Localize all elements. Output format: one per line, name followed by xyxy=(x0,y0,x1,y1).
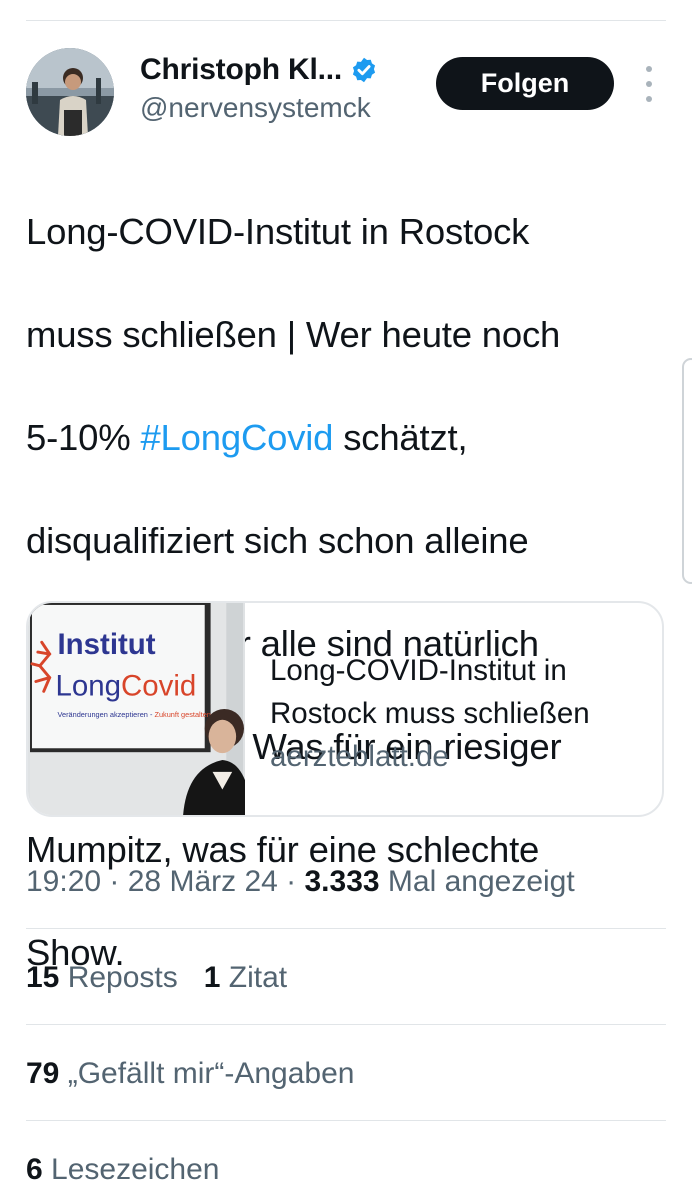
bookmarks-label: Lesezeichen xyxy=(42,1153,220,1186)
more-dot xyxy=(646,81,652,87)
quotes-count: 1 xyxy=(203,961,221,994)
author-display-name[interactable]: Christoph Kl... xyxy=(140,52,342,88)
meta-separator: · xyxy=(101,865,128,898)
author-name-row[interactable]: Christoph Kl... xyxy=(140,52,378,88)
avatar-photo xyxy=(26,48,114,136)
link-preview-domain[interactable]: aerzteblatt.de xyxy=(270,737,449,777)
tweet-date[interactable]: 28 März 24 xyxy=(128,865,278,898)
reposts-quotes-row: 15 Reposts 1 Zitat xyxy=(26,958,287,998)
sign-text-accent: Covid xyxy=(121,669,196,702)
divider xyxy=(26,1024,666,1025)
sign-text: LongCovid xyxy=(56,669,197,702)
top-divider xyxy=(26,20,666,21)
quotes-label: Zitat xyxy=(220,961,288,994)
tweet-meta: 19:20 · 28 März 24 · 3.333 Mal angezeigt xyxy=(26,862,575,902)
author-handle[interactable]: @nervensystemck xyxy=(140,91,371,125)
bookmarks-count: 6 xyxy=(26,1153,43,1186)
tweet-line: muss schließen | Wer heute noch xyxy=(26,313,561,355)
likes-count: 79 xyxy=(26,1057,60,1090)
sign-text-part: Long xyxy=(56,669,122,702)
tweet-line-with-hashtag: 5-10% #LongCovid schätzt, xyxy=(26,412,666,464)
tweet-line: Long-COVID-Institut in Rostock xyxy=(26,210,530,252)
meta-separator: · xyxy=(277,865,305,898)
views-label: Mal angezeigt xyxy=(379,865,575,898)
institute-sign-photo: Institut LongCovid Veränderungen akzepti… xyxy=(30,603,245,815)
sign-text: Institut xyxy=(57,628,155,661)
tweet-time[interactable]: 19:20 xyxy=(26,865,101,898)
more-vertical-icon[interactable] xyxy=(640,66,658,102)
avatar[interactable] xyxy=(26,48,114,136)
follow-button[interactable]: Folgen xyxy=(436,57,614,110)
link-preview-card[interactable]: Institut LongCovid Veränderungen akzepti… xyxy=(26,601,664,817)
likes-link[interactable]: 79 „Gefällt mir“-Angaben xyxy=(26,1054,354,1094)
bookmarks-link[interactable]: 6 Lesezeichen xyxy=(26,1150,219,1190)
sign-tagline: Veränderungen akzeptieren - Zukunft gest… xyxy=(57,710,210,719)
link-preview-title[interactable]: Long-COVID-Institut in Rostock muss schl… xyxy=(270,649,650,735)
sign-tagline-accent: Zukunft gestalten xyxy=(154,710,210,719)
scrollbar[interactable] xyxy=(682,358,692,584)
reposts-label: Reposts xyxy=(59,961,178,994)
likes-label: „Gefällt mir“-Angaben xyxy=(59,1057,355,1090)
reposts-count: 15 xyxy=(26,961,60,994)
link-preview-image: Institut LongCovid Veränderungen akzepti… xyxy=(28,603,245,815)
more-dot xyxy=(646,66,652,72)
quotes-link[interactable]: 1 Zitat xyxy=(204,961,287,994)
reposts-link[interactable]: 15 Reposts xyxy=(26,961,178,994)
views-count: 3.333 xyxy=(304,865,380,898)
divider xyxy=(26,928,666,929)
more-dot xyxy=(646,96,652,102)
tweet-line-prefix: 5-10% xyxy=(26,416,141,458)
sign-tagline-part: Veränderungen akzeptieren - xyxy=(57,710,154,719)
verified-badge-icon xyxy=(352,57,376,83)
divider xyxy=(26,1120,666,1121)
hashtag-link[interactable]: #LongCovid xyxy=(140,417,333,458)
tweet-line: disqualifiziert sich schon alleine xyxy=(26,519,529,561)
tweet-line-suffix: schätzt, xyxy=(333,416,468,458)
